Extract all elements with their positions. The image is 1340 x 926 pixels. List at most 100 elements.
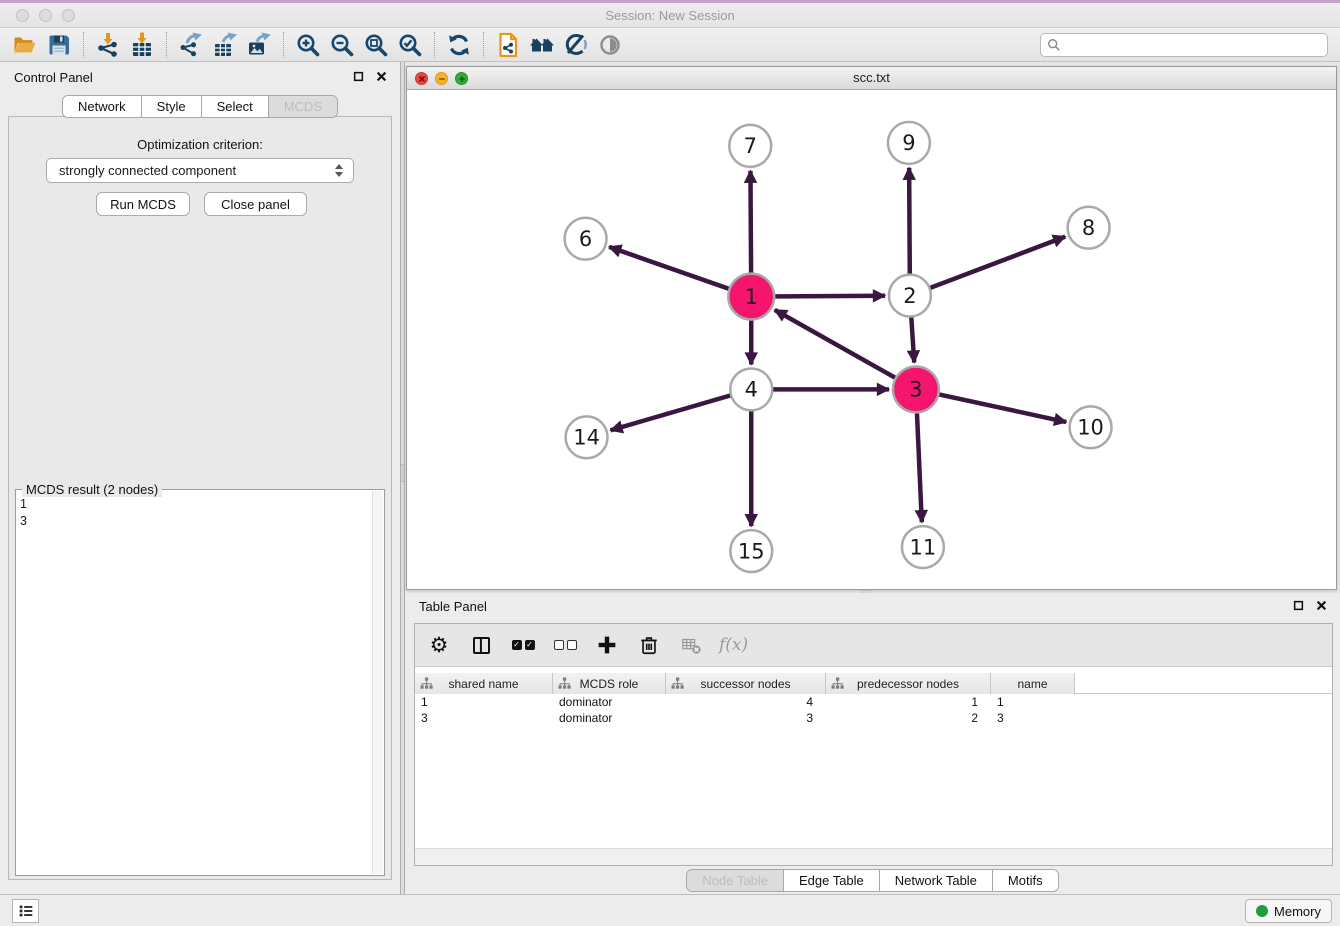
zoom-fit-button[interactable]	[359, 30, 393, 60]
zoom-in-button[interactable]	[291, 30, 325, 60]
node-7[interactable]: 7	[729, 125, 771, 167]
node-6[interactable]: 6	[565, 218, 607, 260]
float-panel-button[interactable]	[352, 70, 365, 83]
tab-motifs[interactable]: Motifs	[993, 870, 1058, 891]
delete-columns-button[interactable]	[635, 631, 663, 659]
tab-node-table[interactable]: Node Table	[687, 870, 784, 891]
node-1[interactable]: 1	[728, 274, 774, 320]
criterion-value: strongly connected component	[59, 163, 335, 178]
control-panel-title: Control Panel	[14, 70, 93, 85]
new-network-from-selection-button[interactable]	[491, 30, 525, 60]
export-image-icon	[246, 32, 272, 58]
first-neighbors-button[interactable]	[525, 30, 559, 60]
import-network-button[interactable]	[91, 30, 125, 60]
node-10[interactable]: 10	[1070, 406, 1112, 448]
network-canvas[interactable]: 7 9 6 8 1 2 4 3 14 10 15 11	[407, 90, 1336, 589]
cell-successor-nodes: 4	[666, 694, 826, 710]
checked-boxes-icon: ✓✓	[512, 640, 535, 650]
trash-icon	[638, 634, 660, 656]
optimization-criterion-label: Optimization criterion:	[9, 137, 391, 152]
criterion-dropdown[interactable]: strongly connected component	[46, 158, 354, 183]
result-scrollbar[interactable]	[372, 491, 383, 874]
table-row[interactable]: 1dominator411	[415, 694, 1332, 710]
node-8[interactable]: 8	[1068, 207, 1110, 249]
column-header-name[interactable]: name	[991, 673, 1075, 694]
select-all-columns-button[interactable]: ✓✓	[509, 631, 537, 659]
tab-mcds[interactable]: MCDS	[269, 96, 337, 117]
mcds-result-legend: MCDS result (2 nodes)	[22, 482, 162, 497]
node-14[interactable]: 14	[566, 416, 608, 458]
network-window-title: scc.txt	[407, 67, 1336, 89]
search-input[interactable]	[1061, 35, 1321, 55]
column-label: shared name	[448, 677, 518, 691]
node-table: shared name MCDS role successor nodes prede…	[415, 673, 1332, 848]
svg-text:9: 9	[902, 131, 915, 155]
node-4[interactable]: 4	[730, 368, 772, 410]
export-image-button[interactable]	[242, 30, 276, 60]
node-3[interactable]: 3	[893, 366, 939, 412]
delete-table-button[interactable]	[677, 631, 705, 659]
node-2[interactable]: 2	[889, 275, 931, 317]
table-horizontal-scrollbar[interactable]	[415, 848, 1332, 865]
zoom-out-button[interactable]	[325, 30, 359, 60]
export-network-button[interactable]	[174, 30, 208, 60]
list-icon	[17, 902, 35, 920]
cell-name: 1	[991, 694, 1075, 710]
import-network-icon	[95, 32, 121, 58]
run-mcds-button[interactable]: Run MCDS	[96, 192, 190, 216]
function-builder-button[interactable]: f(x)	[719, 631, 748, 659]
column-label: name	[1017, 677, 1047, 691]
table-options-button[interactable]: ⚙	[425, 631, 453, 659]
column-header-mcds-role[interactable]: MCDS role	[553, 673, 666, 694]
table-row[interactable]: 3dominator323	[415, 710, 1332, 726]
app-titlebar: Session: New Session	[0, 0, 1340, 28]
task-history-button[interactable]	[12, 899, 39, 923]
edge-3-1[interactable]	[775, 310, 916, 390]
zoom-out-icon	[329, 32, 355, 58]
export-table-button[interactable]	[208, 30, 242, 60]
unselect-all-columns-button[interactable]	[551, 631, 579, 659]
node-11[interactable]: 11	[902, 526, 944, 568]
node-9[interactable]: 9	[888, 122, 930, 164]
close-panel-button-mcds[interactable]: Close panel	[204, 192, 307, 216]
float-table-panel-button[interactable]	[1292, 599, 1305, 612]
tab-network-table[interactable]: Network Table	[880, 870, 993, 891]
column-header-shared-name[interactable]: shared name	[415, 673, 553, 694]
mcds-result-box: MCDS result (2 nodes) 1 3	[15, 489, 385, 876]
tab-select[interactable]: Select	[202, 96, 269, 117]
show-column-panel-button[interactable]	[467, 631, 495, 659]
node-15[interactable]: 15	[730, 530, 772, 572]
open-session-button[interactable]	[8, 30, 42, 60]
tab-network[interactable]: Network	[63, 96, 142, 117]
zoom-selected-button[interactable]	[393, 30, 427, 60]
column-header-predecessor-nodes[interactable]: predecessor nodes	[826, 673, 991, 694]
table-body: 1dominator4113dominator323	[415, 694, 1332, 726]
show-all-button[interactable]	[593, 30, 627, 60]
refresh-view-button[interactable]	[442, 30, 476, 60]
search-box[interactable]	[1040, 33, 1328, 57]
zoom-fit-icon	[363, 32, 389, 58]
save-session-button[interactable]	[42, 30, 76, 60]
column-label: MCDS role	[580, 677, 639, 691]
hide-selected-button[interactable]	[559, 30, 593, 60]
splitter-grip[interactable]	[401, 464, 404, 482]
memory-status-icon	[1256, 905, 1268, 917]
tab-edge-table[interactable]: Edge Table	[784, 870, 880, 891]
toolbar-separator	[283, 32, 284, 58]
column-label: predecessor nodes	[857, 677, 959, 691]
close-panel-button[interactable]	[375, 70, 388, 83]
memory-button[interactable]: Memory	[1245, 899, 1332, 923]
import-table-button[interactable]	[125, 30, 159, 60]
close-table-panel-button[interactable]	[1315, 599, 1328, 612]
edge-2-8[interactable]	[910, 237, 1065, 296]
network-graph[interactable]: 7 9 6 8 1 2 4 3 14 10 15 11	[407, 90, 1336, 589]
network-view-window: scc.txt 7 9 6 8 1 2 4 3 14 10 15 11	[406, 66, 1337, 590]
add-column-button[interactable]	[593, 631, 621, 659]
control-panel: Control Panel NetworkStyleSelectMCDS Opt…	[0, 62, 400, 894]
cell-shared-name: 1	[415, 694, 553, 710]
tab-style[interactable]: Style	[142, 96, 202, 117]
column-header-successor-nodes[interactable]: successor nodes	[666, 673, 826, 694]
network-window-titlebar[interactable]: scc.txt	[407, 67, 1336, 90]
svg-text:7: 7	[744, 134, 757, 158]
cell-successor-nodes: 3	[666, 710, 826, 726]
